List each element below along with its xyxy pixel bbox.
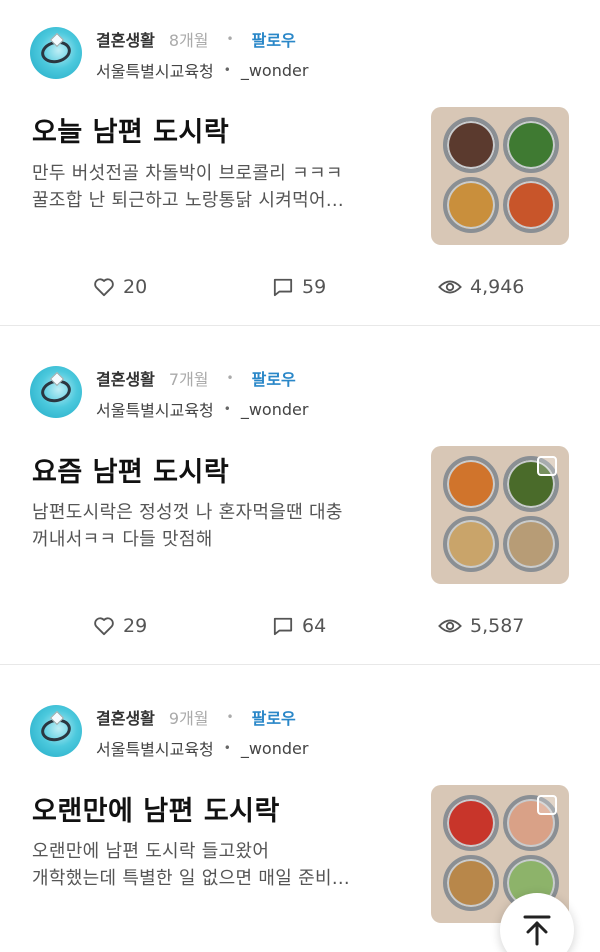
comment-button[interactable]: 64 — [272, 611, 326, 641]
lunchbox-dish — [503, 177, 559, 233]
avatar[interactable] — [30, 27, 82, 79]
avatar[interactable] — [30, 366, 82, 418]
excerpt-line: 만두 버섯전골 차돌박이 브로콜리 ㅋㅋㅋ — [32, 163, 343, 184]
author-org: 서울특별시교육청 — [96, 740, 214, 759]
follow-button[interactable]: 팔로우 — [252, 366, 296, 390]
lunchbox-dish — [443, 516, 499, 572]
lunchbox-dish — [503, 516, 559, 572]
author-name[interactable]: _wonder — [241, 400, 309, 419]
post-title[interactable]: 오늘 남편 도시락 — [32, 110, 229, 149]
multi-image-icon — [537, 795, 557, 815]
view-stat: 5,587 — [438, 611, 524, 641]
eye-icon — [438, 619, 462, 633]
comment-count: 59 — [302, 276, 327, 298]
post-title[interactable]: 요즘 남편 도시락 — [32, 450, 229, 489]
follow-button[interactable]: 팔로우 — [252, 705, 296, 729]
post-card[interactable]: 결혼생활 7개월 • 팔로우 서울특별시교육청 • _wonder 요즘 남편 … — [0, 326, 600, 665]
category-label[interactable]: 결혼생활 — [96, 366, 155, 390]
separator-dot: • — [223, 63, 231, 77]
post-thumbnail[interactable] — [431, 107, 569, 245]
like-button[interactable]: 20 — [93, 272, 147, 302]
post-time: 7개월 — [168, 370, 209, 389]
category-label[interactable]: 결혼생활 — [96, 27, 155, 51]
comment-icon — [273, 617, 293, 636]
post-time: 9개월 — [168, 709, 209, 728]
separator-dot: • — [223, 741, 231, 755]
comment-icon — [273, 278, 293, 297]
lunchbox-dish — [443, 456, 499, 512]
author-org: 서울특별시교육청 — [96, 62, 214, 81]
like-count: 29 — [123, 615, 148, 637]
view-stat: 4,946 — [438, 272, 524, 302]
post-title[interactable]: 오랜만에 남편 도시락 — [32, 789, 280, 828]
post-excerpt[interactable]: 남편도시락은 정성껏 나 혼자먹을땐 대충 꺼내서ㅋㅋ 다들 맛점해 — [32, 499, 412, 553]
post-stats: 29 64 5,587 — [0, 611, 600, 641]
separator-dot: • — [223, 402, 231, 416]
author-name[interactable]: _wonder — [241, 739, 309, 758]
author-name[interactable]: _wonder — [241, 61, 309, 80]
comment-count: 64 — [302, 615, 327, 637]
lunchbox-dish — [503, 117, 559, 173]
eye-icon — [438, 280, 462, 294]
arrow-up-to-top-icon — [523, 915, 551, 946]
lunchbox-dish — [443, 855, 499, 911]
post-card[interactable]: 결혼생활 8개월 • 팔로우 서울특별시교육청 • _wonder 오늘 남편 … — [0, 0, 600, 326]
comment-button[interactable]: 59 — [272, 272, 326, 302]
post-thumbnail[interactable] — [431, 446, 569, 584]
multi-image-icon — [537, 456, 557, 476]
category-label[interactable]: 결혼생활 — [96, 705, 155, 729]
lunchbox-dish — [443, 177, 499, 233]
view-count: 5,587 — [470, 615, 525, 637]
avatar[interactable] — [30, 705, 82, 757]
post-time: 8개월 — [168, 31, 209, 50]
separator-dot: • — [226, 32, 234, 46]
author-org: 서울특별시교육청 — [96, 401, 214, 420]
excerpt-line: 남편도시락은 정성껏 나 혼자먹을땐 대충 — [32, 502, 343, 523]
follow-button[interactable]: 팔로우 — [252, 27, 296, 51]
heart-icon — [94, 278, 114, 297]
excerpt-line: 오랜만에 남편 도시락 들고왔어 — [32, 841, 270, 862]
heart-icon — [94, 617, 114, 636]
separator-dot: • — [226, 371, 234, 385]
lunchbox-dish — [443, 795, 499, 851]
like-button[interactable]: 29 — [93, 611, 147, 641]
post-excerpt[interactable]: 오랜만에 남편 도시락 들고왔어 개학했는데 특별한 일 없으면 매일 준비..… — [32, 838, 412, 892]
post-excerpt[interactable]: 만두 버섯전골 차돌박이 브로콜리 ㅋㅋㅋ 꿀조합 난 퇴근하고 노랑통닭 시켜… — [32, 160, 412, 214]
separator-dot: • — [226, 710, 234, 724]
post-feed: 결혼생활 8개월 • 팔로우 서울특별시교육청 • _wonder 오늘 남편 … — [0, 0, 600, 952]
lunchbox-dish — [443, 117, 499, 173]
like-count: 20 — [123, 276, 148, 298]
excerpt-line: 꿀조합 난 퇴근하고 노랑통닭 시켜먹어... — [32, 190, 344, 211]
view-count: 4,946 — [470, 276, 525, 298]
excerpt-line: 개학했는데 특별한 일 없으면 매일 준비... — [32, 868, 350, 889]
excerpt-line: 꺼내서ㅋㅋ 다들 맛점해 — [32, 529, 213, 550]
post-stats: 20 59 4,946 — [0, 272, 600, 302]
